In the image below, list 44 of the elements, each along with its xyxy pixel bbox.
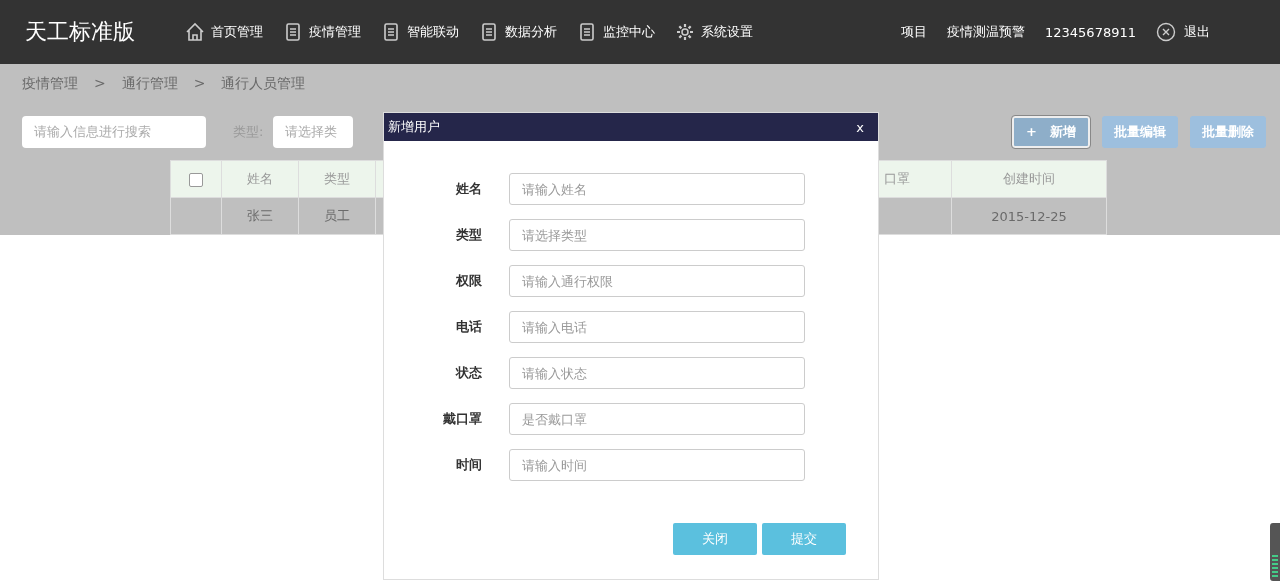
project-label[interactable]: 项目 xyxy=(901,23,927,41)
nav-item[interactable]: 首页管理 xyxy=(211,23,263,41)
document-icon xyxy=(283,22,303,42)
nav-item[interactable]: 监控中心 xyxy=(603,23,655,41)
input-field[interactable]: 请输入通行权限 xyxy=(509,265,805,297)
nav-item[interactable]: 疫情管理 xyxy=(309,23,361,41)
input-field[interactable]: 请输入时间 xyxy=(509,449,805,481)
column-header: 姓名 xyxy=(221,160,299,198)
field-label: 类型 xyxy=(455,226,482,244)
breadcrumb-separator: > xyxy=(193,75,206,93)
breadcrumb-separator: > xyxy=(94,75,106,93)
input-field[interactable]: 请输入电话 xyxy=(509,311,805,343)
nav-item[interactable]: 数据分析 xyxy=(505,23,557,41)
field-label: 姓名 xyxy=(455,180,482,198)
field-label: 权限 xyxy=(455,272,482,290)
nav-item[interactable]: 智能联动 xyxy=(407,23,459,41)
close-circle-icon xyxy=(1156,22,1176,42)
alert-label[interactable]: 疫情测温预警 xyxy=(947,23,1025,41)
document-icon xyxy=(381,22,401,42)
close-button[interactable]: x xyxy=(856,119,864,135)
table-cell: 2015-12-25 xyxy=(951,197,1107,235)
home-icon xyxy=(185,22,205,42)
dialog-title: 新增用户 xyxy=(388,118,440,136)
select-all-checkbox[interactable] xyxy=(189,172,203,187)
field-label: 状态 xyxy=(454,364,482,382)
input-field[interactable]: 请选择类型 xyxy=(509,219,805,251)
field-label: 戴口罩 xyxy=(442,410,482,428)
input-field[interactable]: 请输入状态 xyxy=(509,357,805,389)
field-label: 时间 xyxy=(455,456,482,474)
column-header: 创建时间 xyxy=(951,160,1107,198)
phone-number: 12345678911 xyxy=(1045,24,1136,40)
input-field[interactable]: 请输入姓名 xyxy=(509,173,805,205)
input-field[interactable]: 是否戴口罩 xyxy=(509,403,805,435)
settings-icon xyxy=(675,22,695,42)
nav-item[interactable]: 系统设置 xyxy=(701,23,753,41)
document-icon xyxy=(479,22,499,42)
logout-link[interactable]: 退出 xyxy=(1184,23,1210,41)
app-logo: 天工标准版 xyxy=(25,18,136,46)
table-cell: 张三 xyxy=(221,197,299,235)
field-label: 电话 xyxy=(455,318,482,336)
table-cell: 员工 xyxy=(298,197,376,235)
level-meter-icon xyxy=(1270,523,1280,581)
document-icon xyxy=(577,22,597,42)
column-header: 类型 xyxy=(298,160,376,198)
